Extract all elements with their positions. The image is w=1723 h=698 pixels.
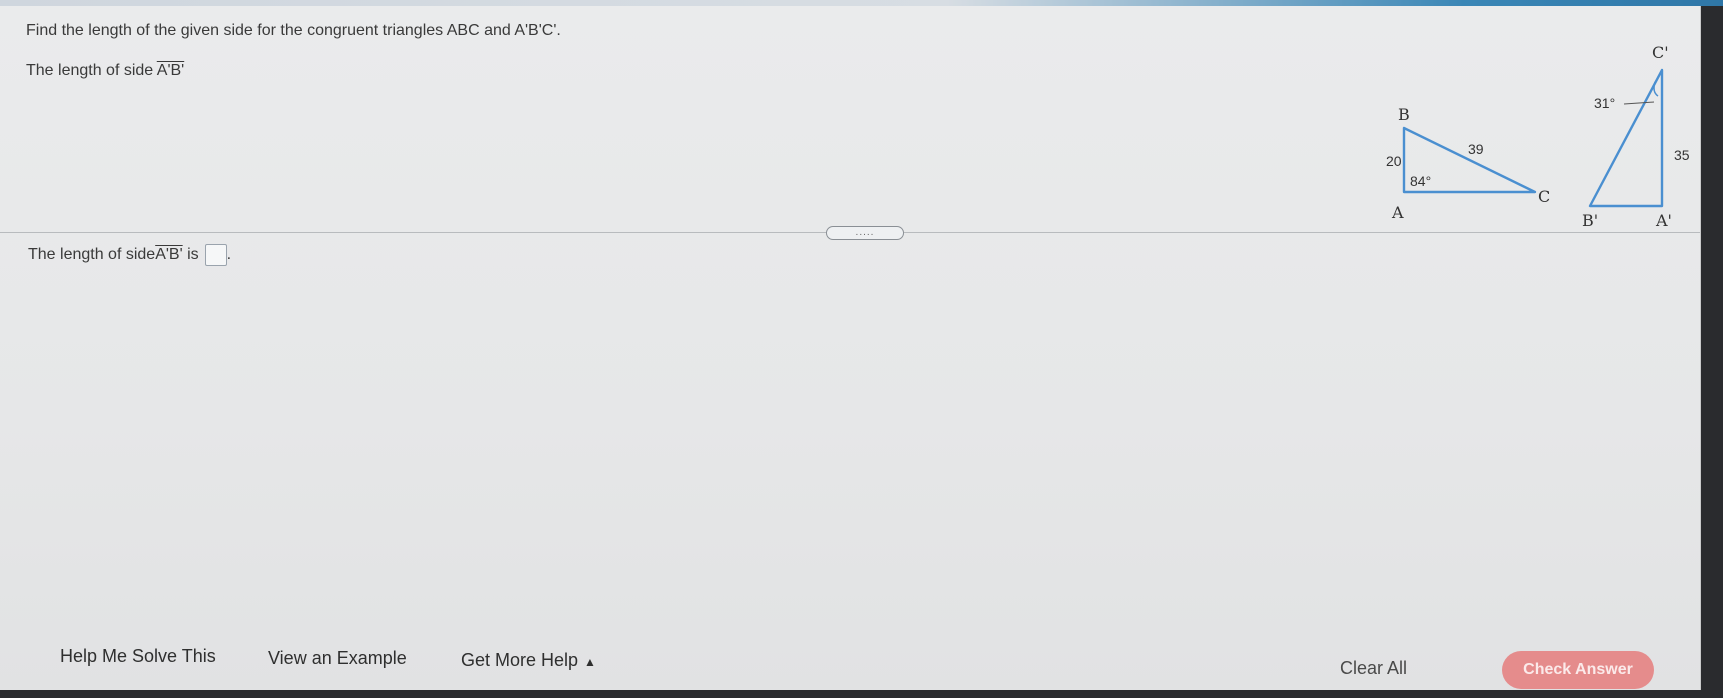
divider-resize-handle[interactable]: ..... xyxy=(826,226,904,240)
get-more-help-button[interactable]: Get More Help ▲ xyxy=(461,650,596,671)
answer-suffix: is xyxy=(182,246,199,263)
question-instruction: Find the length of the given side for th… xyxy=(26,22,561,39)
question-prompt: The length of side A'B' xyxy=(26,62,184,80)
vertex-a-prime-label: A' xyxy=(1655,211,1672,230)
angle-pointer-line xyxy=(1623,101,1655,105)
answer-line: The length of side A'B' is . xyxy=(28,244,231,266)
check-answer-button[interactable]: Check Answer xyxy=(1502,651,1654,689)
side-ab-label: 20 xyxy=(1386,153,1402,169)
help-me-solve-button[interactable]: Help Me Solve This xyxy=(60,646,216,667)
prompt-prefix: The length of side xyxy=(26,62,157,79)
answer-end: . xyxy=(226,246,232,263)
vertex-c-label: C xyxy=(1538,187,1550,206)
triangle-a-prime-b-prime-c-prime xyxy=(1588,68,1664,208)
angle-c-prime-arc xyxy=(1653,81,1659,97)
vertex-b-label: B xyxy=(1398,105,1410,124)
clear-all-button[interactable]: Clear All xyxy=(1340,658,1407,679)
side-a-prime-c-prime-label: 35 xyxy=(1674,147,1690,163)
answer-input-box[interactable] xyxy=(204,244,227,266)
caret-up-icon: ▲ xyxy=(584,655,596,669)
question-panel: Find the length of the given side for th… xyxy=(0,6,1701,690)
answer-prefix: The length of side xyxy=(28,246,156,263)
vertex-c-prime-label: C' xyxy=(1652,43,1669,62)
prompt-side-label: A'B' xyxy=(156,62,185,79)
get-more-help-label: Get More Help xyxy=(461,650,579,670)
angle-a-label: 84° xyxy=(1410,173,1431,189)
side-bc-label: 39 xyxy=(1468,141,1484,157)
view-example-button[interactable]: View an Example xyxy=(268,648,407,669)
angle-c-prime-label: 31° xyxy=(1594,95,1615,111)
congruent-triangles-figure: B A C 20 39 84° C' B' A' 35 31° xyxy=(1370,36,1710,236)
vertex-b-prime-label: B' xyxy=(1582,211,1598,230)
answer-side-label: A'B' xyxy=(155,246,183,263)
vertex-a-label: A xyxy=(1391,203,1404,222)
